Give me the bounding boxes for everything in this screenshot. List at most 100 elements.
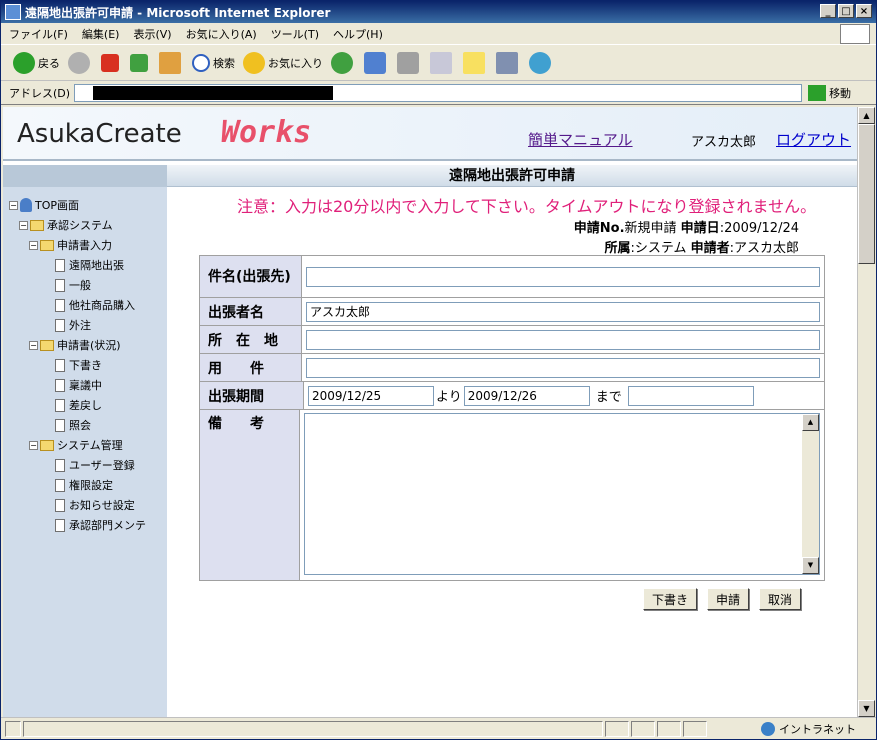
application-form: 件名(出張先) 出張者名 所 在 地 用 件 出張期間 より: [199, 255, 825, 581]
traveler-label: 出張者名: [200, 298, 302, 325]
menu-file[interactable]: ファイル(F): [9, 26, 68, 42]
tree-item-label: 稟議中: [69, 379, 102, 392]
tree-item-outsource[interactable]: 外注: [9, 315, 146, 335]
research-button[interactable]: [496, 51, 521, 74]
search-label: 検索: [213, 56, 235, 70]
period-label: 出張期間: [200, 382, 304, 409]
meta-line-1: 申請No.新規申請 申請日:2009/12/24: [574, 217, 799, 236]
to-separator: まで: [595, 390, 622, 405]
print-button[interactable]: [397, 51, 422, 74]
remarks-scrollbar[interactable]: ▲ ▼: [802, 414, 819, 574]
forward-arrow-icon: [68, 51, 90, 74]
minimize-button[interactable]: _: [820, 4, 836, 18]
location-input[interactable]: [306, 329, 820, 350]
period-extra-input[interactable]: [627, 385, 754, 406]
back-label: 戻る: [38, 56, 60, 70]
scroll-down-icon[interactable]: ▼: [858, 700, 875, 717]
edit-button[interactable]: [430, 51, 455, 74]
zone-indicator: イントラネット: [761, 721, 856, 737]
address-bar: アドレス(D) 移動: [1, 81, 876, 105]
scroll-thumb[interactable]: [858, 124, 875, 264]
favorites-button[interactable]: お気に入り: [243, 51, 323, 74]
windows-logo-icon: [840, 24, 870, 44]
status-text: [23, 720, 603, 737]
tree-top[interactable]: − TOP画面: [9, 195, 146, 215]
refresh-button[interactable]: [130, 53, 151, 72]
go-arrow-icon: [808, 84, 827, 101]
menu-edit[interactable]: 編集(E): [82, 26, 120, 42]
research-icon: [496, 51, 518, 74]
app-no-value: 新規申請: [624, 221, 677, 236]
forward-button[interactable]: [68, 51, 93, 74]
subject-input[interactable]: [306, 266, 820, 287]
page-scrollbar[interactable]: ▲ ▼: [857, 107, 875, 717]
search-button[interactable]: 検索: [192, 53, 235, 72]
tree-item-returned[interactable]: 差戻し: [9, 395, 146, 415]
search-icon: [192, 53, 210, 72]
document-icon: [55, 258, 65, 272]
page-content: AsukaCreate Works 簡単マニュアル アスカ太郎 ログアウト 遠隔…: [3, 107, 857, 717]
tree-item-inquiry[interactable]: 照会: [9, 415, 146, 435]
scroll-up-icon[interactable]: ▲: [802, 414, 819, 431]
edit-icon: [430, 51, 452, 74]
discuss-button[interactable]: [463, 51, 488, 74]
history-button[interactable]: [331, 51, 356, 74]
tree-item-label: 下書き: [69, 359, 102, 372]
document-icon: [55, 458, 65, 472]
maximize-button[interactable]: □: [838, 4, 854, 18]
tree-item-label: 遠隔地出張: [69, 259, 124, 272]
user-name: アスカ太郎: [691, 135, 757, 150]
app-date-label: 申請日: [680, 221, 720, 236]
tree-item-notice[interactable]: お知らせ設定: [9, 495, 146, 515]
applicant-label: 申請者: [690, 241, 730, 256]
remarks-label: 備 考: [200, 410, 300, 580]
menu-view[interactable]: 表示(V): [133, 26, 171, 42]
logout-link[interactable]: ログアウト: [776, 129, 851, 150]
tree-item-label: 外注: [69, 319, 91, 332]
tree-item-general[interactable]: 一般: [9, 275, 146, 295]
period-from-input[interactable]: [308, 385, 434, 406]
mail-button[interactable]: [364, 51, 389, 74]
tree-status-group[interactable]: − 申請書(状況): [9, 335, 146, 355]
subject-label: 件名(出張先): [200, 256, 302, 297]
go-button[interactable]: 移動: [808, 84, 851, 101]
tree-admin-group[interactable]: − システム管理: [9, 435, 146, 455]
menu-favorites[interactable]: お気に入り(A): [186, 26, 257, 42]
scroll-up-icon[interactable]: ▲: [858, 107, 875, 124]
menu-help[interactable]: ヘルプ(H): [333, 26, 383, 42]
tree-item-pending[interactable]: 稟議中: [9, 375, 146, 395]
tree-item-remote-trip[interactable]: 遠隔地出張: [9, 255, 146, 275]
purpose-label: 用 件: [200, 354, 302, 381]
traveler-input[interactable]: [306, 301, 820, 322]
home-button[interactable]: [159, 51, 184, 74]
period-to-input[interactable]: [463, 385, 590, 406]
address-input[interactable]: [74, 83, 803, 102]
close-button[interactable]: ×: [856, 4, 872, 18]
stop-button[interactable]: [101, 53, 122, 72]
menu-bar: ファイル(F) 編集(E) 表示(V) お気に入り(A) ツール(T) ヘルプ(…: [1, 23, 876, 45]
favorites-label: お気に入り: [268, 56, 323, 70]
meta-line-2: 所属:システム 申請者:アスカ太郎: [604, 237, 799, 256]
title-bar: 遠隔地出張許可申請 - Microsoft Internet Explorer …: [1, 1, 876, 23]
remarks-textarea[interactable]: ▲ ▼: [304, 413, 820, 575]
scroll-down-icon[interactable]: ▼: [802, 557, 819, 574]
document-icon: [55, 398, 65, 412]
messenger-button[interactable]: [529, 51, 554, 74]
folder-icon: [40, 339, 54, 351]
tree-system[interactable]: − 承認システム: [9, 215, 146, 235]
menu-tools[interactable]: ツール(T): [271, 26, 319, 42]
manual-link[interactable]: 簡単マニュアル: [528, 129, 633, 150]
tree-input-group[interactable]: − 申請書入力: [9, 235, 146, 255]
back-button[interactable]: 戻る: [13, 51, 60, 74]
tree-item-purchase[interactable]: 他社商品購入: [9, 295, 146, 315]
apply-button[interactable]: 申請: [707, 588, 750, 610]
draft-button[interactable]: 下書き: [643, 588, 698, 610]
tree-item-user-reg[interactable]: ユーザー登録: [9, 455, 146, 475]
tree-item-dept-maint[interactable]: 承認部門メンテ: [9, 515, 146, 535]
tree-item-permissions[interactable]: 権限設定: [9, 475, 146, 495]
tree-item-draft[interactable]: 下書き: [9, 355, 146, 375]
purpose-input[interactable]: [306, 357, 820, 378]
document-icon: [55, 358, 65, 372]
cancel-button[interactable]: 取消: [759, 588, 802, 610]
logo-main: AsukaCreate: [17, 119, 182, 149]
